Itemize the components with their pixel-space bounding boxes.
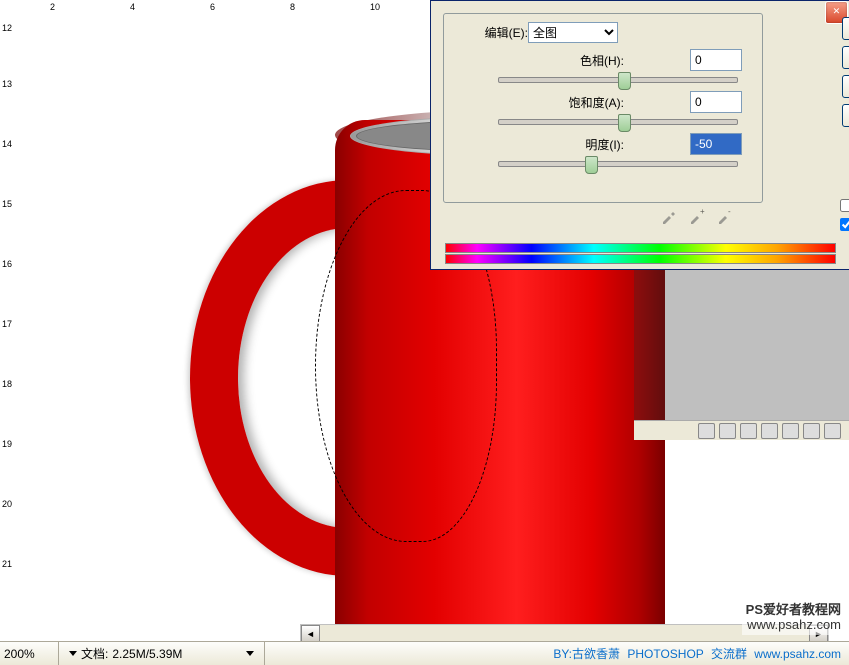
svg-text:+: + [700,207,705,216]
layers-panel-footer [634,420,849,440]
mask-icon[interactable] [740,423,757,439]
hue-input[interactable] [690,49,742,71]
colorize-checkbox[interactable]: 着色(O) [840,197,849,214]
watermark-url: www.psahz.com [746,617,841,633]
hue-thumb[interactable] [618,72,631,90]
saturation-thumb[interactable] [618,114,631,132]
cancel-button[interactable]: 取消 [842,46,849,69]
lightness-slider[interactable] [498,161,738,167]
saturation-input[interactable] [690,91,742,113]
spectrum-bar-after [445,254,836,264]
preview-checkbox[interactable]: 预览(P) [840,216,849,233]
eyedropper-minus-icon[interactable]: - [717,207,733,225]
spectrum-bar-before [445,243,836,253]
trash-icon[interactable] [824,423,841,439]
ruler-tick-label: 18 [2,380,12,389]
ruler-vertical: 12 13 14 15 16 17 18 19 20 21 [0,20,21,642]
ruler-tick-label: 8 [290,2,295,12]
ruler-tick-label: 17 [2,320,12,329]
doc-prefix: 文档: [81,645,108,662]
watermark-title: PS爱好者教程网 [746,602,841,618]
triangle-icon [69,651,77,656]
zoom-level[interactable]: 200% [0,642,59,665]
panel-shadow [634,268,849,436]
ruler-tick-label: 15 [2,200,12,209]
hue-saturation-dialog: × 编辑(E): 全图 色相(H): 饱和度(A): [430,0,849,270]
triangle-icon[interactable] [246,651,254,656]
watermark: PS爱好者教程网 www.psahz.com [742,600,845,635]
saturation-label: 饱和度(A): [544,94,624,111]
ruler-tick-label: 21 [2,560,12,569]
hue-label: 色相(H): [544,52,624,69]
ruler-tick-label: 20 [2,500,12,509]
ok-button[interactable]: 确定 [842,17,849,40]
credit-app: PHOTOSHOP [627,647,703,661]
adjustment-icon[interactable] [761,423,778,439]
ruler-tick-label: 14 [2,140,12,149]
credit-text: BY:古欲香萧 PHOTOSHOP 交流群 www.psahz.com [549,645,849,662]
lightness-thumb[interactable] [585,156,598,174]
edit-select[interactable]: 全图 [528,22,618,43]
ruler-tick-label: 4 [130,2,135,12]
saturation-slider[interactable] [498,119,738,125]
eyedropper-plus-icon[interactable]: + [689,207,705,225]
hue-slider[interactable] [498,77,738,83]
document-info[interactable]: 文档: 2.25M/5.39M [59,642,265,665]
ruler-tick-label: 6 [210,2,215,12]
link-icon[interactable] [698,423,715,439]
load-button[interactable]: 载入(L)... [842,75,849,98]
edit-label: 编辑(E): [458,24,528,41]
color-spectrum [445,243,836,261]
credit-link[interactable]: www.psahz.com [754,647,841,661]
ruler-tick-label: 2 [50,2,55,12]
eyedropper-tools: + - [661,207,733,225]
lightness-label: 明度(I): [544,136,624,153]
lightness-input[interactable] [690,133,742,155]
ruler-tick-label: 10 [370,2,380,12]
ruler-tick-label: 16 [2,260,12,269]
credit-by: BY:古欲香萧 [553,647,620,661]
svg-text:-: - [728,207,731,216]
eyedropper-icon[interactable] [661,207,677,225]
ruler-origin [0,0,21,21]
ruler-tick-label: 13 [2,80,12,89]
doc-size: 2.25M/5.39M [112,647,182,661]
dialog-group: 编辑(E): 全图 色相(H): 饱和度(A): [443,13,763,203]
credit-group: 交流群 [711,647,747,661]
ruler-tick-label: 19 [2,440,12,449]
fx-icon[interactable] [719,423,736,439]
status-bar: 200% 文档: 2.25M/5.39M BY:古欲香萧 PHOTOSHOP 交… [0,641,849,665]
scroll-left-arrow-icon[interactable]: ◄ [301,625,320,642]
save-button[interactable]: 存储(S)... [842,104,849,127]
new-layer-icon[interactable] [803,423,820,439]
folder-icon[interactable] [782,423,799,439]
ruler-tick-label: 12 [2,24,12,33]
scroll-track[interactable] [320,625,809,642]
